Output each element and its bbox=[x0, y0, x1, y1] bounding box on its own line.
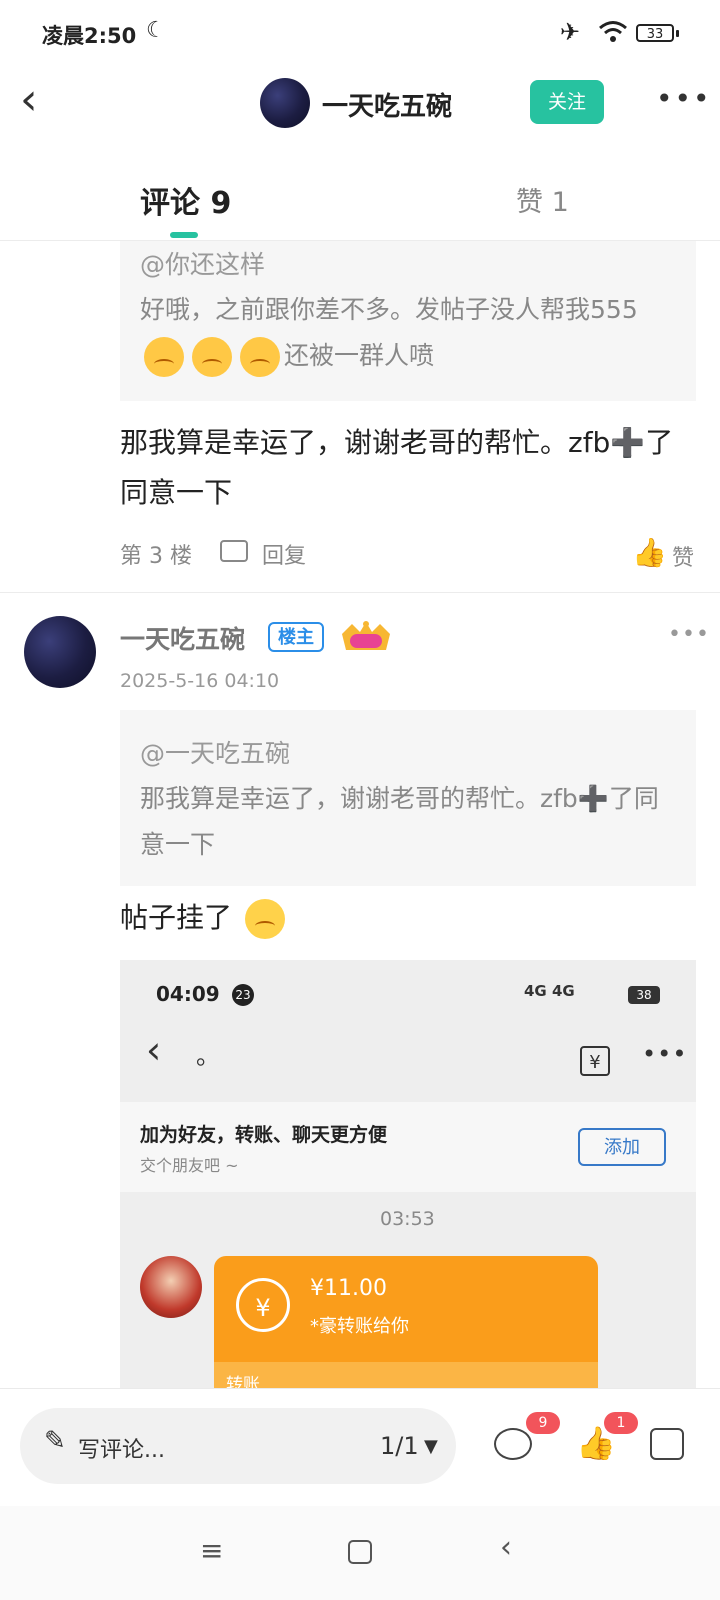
floor-label: 第 3 楼 bbox=[120, 544, 192, 569]
pen-icon: ✎ bbox=[44, 1426, 66, 1456]
follow-button[interactable]: 关注 bbox=[530, 80, 604, 124]
caret-down-icon[interactable]: ▼ bbox=[424, 1436, 438, 1457]
reply-icon[interactable] bbox=[220, 540, 248, 562]
comment-count-badge: 9 bbox=[526, 1412, 560, 1434]
quote-text: 好哦，之前跟你差不多。发帖子没人帮我555 还被一群人喷 bbox=[140, 287, 680, 379]
comment2-text: 帖子挂了 bbox=[120, 896, 289, 939]
header-avatar[interactable] bbox=[260, 78, 310, 128]
thumbs-up-icon[interactable]: 👍 bbox=[632, 536, 667, 569]
reply-button[interactable]: 回复 bbox=[262, 538, 306, 570]
image-more-icon: ••• bbox=[642, 1040, 688, 1068]
image-status-time: 04:09 bbox=[156, 982, 220, 1006]
quote-text-after: 还被一群人喷 bbox=[284, 341, 435, 370]
image-signal-icon: 4G 4G bbox=[524, 982, 575, 1000]
image-message-time: 03:53 bbox=[380, 1208, 435, 1230]
share-icon[interactable] bbox=[650, 1428, 684, 1460]
image-transfer-amount: ¥11.00 bbox=[310, 1276, 387, 1301]
comment1-text: 那我算是幸运了，谢谢老哥的帮忙。zfb➕了同意一下 bbox=[120, 426, 674, 509]
crown-badge-icon bbox=[342, 621, 390, 650]
nav-back-icon[interactable]: ‹ bbox=[500, 1530, 512, 1565]
home-icon[interactable] bbox=[348, 1540, 372, 1564]
attached-image[interactable]: 04:09 23 4G 4G 38 ‹ 。 ¥ ••• 加为好友，转账、聊天更方… bbox=[120, 960, 696, 1388]
image-notification-badge: 23 bbox=[232, 984, 254, 1006]
avatar[interactable] bbox=[24, 616, 96, 688]
comment2-quote: @一天吃五碗 那我算是幸运了，谢谢老哥的帮忙。zfb➕了同意一下 bbox=[120, 710, 696, 886]
comment-more-icon[interactable]: ••• bbox=[668, 622, 710, 647]
pleading-face-icon bbox=[240, 337, 280, 377]
image-transfer-label: 转账 bbox=[226, 1375, 260, 1388]
comment1-quote: @你还这样 好哦，之前跟你差不多。发帖子没人帮我555 还被一群人喷 bbox=[120, 241, 696, 401]
battery-tip bbox=[676, 30, 679, 37]
moon-icon: ☾ bbox=[146, 18, 166, 43]
image-banner-title: 加为好友，转账、聊天更方便 bbox=[140, 1124, 388, 1146]
image-sender-avatar bbox=[140, 1256, 202, 1318]
tab-comments[interactable]: 评论 9 bbox=[140, 178, 231, 222]
comment2-username[interactable]: 一天吃五碗 bbox=[120, 620, 245, 656]
image-battery: 38 bbox=[628, 986, 660, 1004]
comment-timestamp: 2025-5-16 04:10 bbox=[120, 670, 280, 692]
battery-indicator: 33 bbox=[636, 24, 674, 42]
tab-indicator bbox=[170, 232, 198, 238]
quote-author: @一天吃五碗 bbox=[140, 739, 291, 768]
tab-likes[interactable]: 赞 1 bbox=[516, 180, 569, 219]
image-card-footer bbox=[214, 1362, 598, 1388]
quote-author: @你还这样 bbox=[140, 250, 266, 279]
op-badge: 楼主 bbox=[268, 622, 324, 652]
menu-icon[interactable]: ≡ bbox=[200, 1534, 223, 1567]
like-button[interactable]: 赞 bbox=[672, 540, 694, 572]
more-icon[interactable]: ••• bbox=[656, 82, 712, 115]
image-transfer-desc: *豪转账给你 bbox=[310, 1316, 409, 1337]
image-transfer-icon: ¥ bbox=[580, 1046, 610, 1076]
wifi-icon bbox=[599, 21, 627, 42]
image-chat-title: 。 bbox=[196, 1042, 220, 1070]
comment-placeholder[interactable]: 写评论... bbox=[78, 1432, 165, 1464]
header-username[interactable]: 一天吃五碗 bbox=[322, 86, 452, 123]
comment2-text-label: 帖子挂了 bbox=[120, 901, 233, 934]
quote-text: 那我算是幸运了，谢谢老哥的帮忙。zfb➕了同意一下 bbox=[140, 784, 659, 859]
image-add-button: 添加 bbox=[578, 1128, 666, 1166]
status-time: 凌晨2:50 bbox=[42, 24, 137, 48]
comment-icon[interactable] bbox=[494, 1428, 532, 1460]
comment-divider bbox=[0, 592, 720, 593]
image-coin-icon: ¥ bbox=[236, 1278, 290, 1332]
quote-text-before: 好哦，之前跟你差不多。发帖子没人帮我555 bbox=[140, 295, 638, 324]
image-banner-subtitle: 交个朋友吧 ~ bbox=[140, 1156, 239, 1175]
airplane-icon: ✈ bbox=[560, 18, 581, 46]
page-indicator[interactable]: 1/1 bbox=[380, 1432, 419, 1460]
status-bar: 凌晨2:50 ☾ ✈ 33 bbox=[0, 0, 720, 66]
pleading-face-icon bbox=[144, 337, 184, 377]
image-back-icon: ‹ bbox=[146, 1028, 162, 1072]
like-count-badge: 1 bbox=[604, 1412, 638, 1434]
pleading-face-icon bbox=[192, 337, 232, 377]
back-icon[interactable]: ‹ bbox=[20, 74, 38, 125]
crying-face-icon bbox=[244, 899, 285, 939]
